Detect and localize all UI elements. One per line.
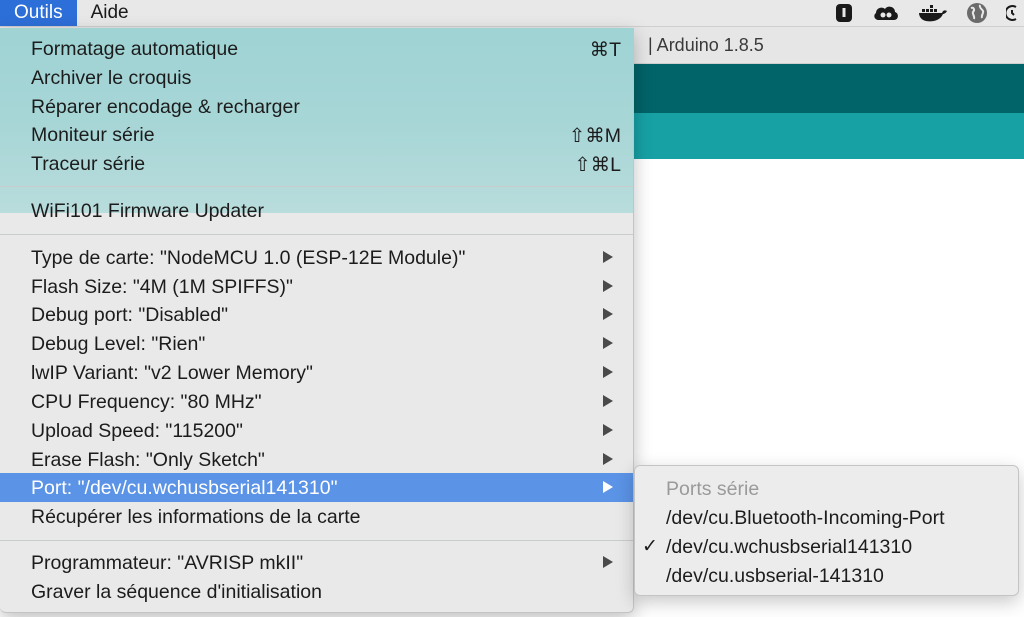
menu-item-cpu-frequency[interactable]: CPU Frequency: "80 MHz"	[0, 387, 633, 416]
checkmark-icon: ✓	[642, 536, 658, 557]
menu-item-serial-plotter[interactable]: Traceur série ⇧⌘L	[0, 149, 633, 178]
window-title: | Arduino 1.8.5	[648, 35, 764, 55]
menu-separator	[0, 186, 633, 187]
submenu-header: Ports série	[666, 478, 760, 500]
menu-item-burn-bootloader[interactable]: Graver la séquence d'initialisation	[0, 577, 633, 606]
menu-item-board-info[interactable]: Récupérer les informations de la carte	[0, 502, 633, 531]
menu-item-auto-format[interactable]: Formatage automatique ⌘T	[0, 34, 633, 63]
submenu-arrow-icon	[603, 251, 613, 263]
menu-item-flash-size[interactable]: Flash Size: "4M (1M SPIFFS)"	[0, 272, 633, 301]
menu-item-debug-port[interactable]: Debug port: "Disabled"	[0, 300, 633, 329]
port-option-usbserial[interactable]: /dev/cu.usbserial-141310	[635, 561, 1018, 590]
menubar-item-outils[interactable]: Outils	[0, 0, 77, 26]
menu-item-wifi101-updater[interactable]: WiFi101 Firmware Updater	[0, 196, 633, 225]
port-submenu: Ports série /dev/cu.Bluetooth-Incoming-P…	[634, 465, 1019, 596]
port-option-wchusbserial[interactable]: ✓ /dev/cu.wchusbserial141310	[635, 532, 1018, 561]
menu-item-erase-flash[interactable]: Erase Flash: "Only Sketch"	[0, 445, 633, 474]
menu-item-programmer[interactable]: Programmateur: "AVRISP mkII"	[0, 548, 633, 577]
menu-item-upload-speed[interactable]: Upload Speed: "115200"	[0, 416, 633, 445]
creative-cloud-icon[interactable]	[872, 3, 900, 23]
menu-item-port[interactable]: Port: "/dev/cu.wchusbserial141310"	[0, 473, 633, 502]
menu-item-board-type[interactable]: Type de carte: "NodeMCU 1.0 (ESP-12E Mod…	[0, 243, 633, 272]
submenu-arrow-icon	[603, 424, 613, 436]
submenu-arrow-icon	[603, 308, 613, 320]
clock-icon[interactable]	[1006, 3, 1018, 23]
outils-menu: Formatage automatique ⌘T Archiver le cro…	[0, 28, 634, 613]
menu-item-fix-encoding[interactable]: Réparer encodage & recharger	[0, 92, 633, 121]
menu-separator	[0, 234, 633, 235]
docker-icon[interactable]	[918, 3, 948, 23]
menu-item-serial-monitor[interactable]: Moniteur série ⇧⌘M	[0, 120, 633, 149]
menubar-item-aide[interactable]: Aide	[77, 0, 143, 26]
menu-item-debug-level[interactable]: Debug Level: "Rien"	[0, 329, 633, 358]
submenu-arrow-icon	[603, 556, 613, 568]
lastpass-icon[interactable]	[834, 3, 854, 23]
submenu-arrow-icon	[603, 453, 613, 465]
menubar: Outils Aide	[0, 0, 1024, 27]
menu-separator	[0, 540, 633, 541]
menu-item-lwip-variant[interactable]: lwIP Variant: "v2 Lower Memory"	[0, 358, 633, 387]
submenu-arrow-icon	[603, 366, 613, 378]
status-tray	[834, 0, 1024, 26]
port-option-bluetooth[interactable]: /dev/cu.Bluetooth-Incoming-Port	[635, 503, 1018, 532]
submenu-arrow-icon	[603, 481, 613, 493]
shortcut-label: ⌘T	[589, 39, 621, 61]
shortcut-label: ⇧⌘M	[568, 125, 621, 147]
globe-icon[interactable]	[966, 2, 988, 24]
shortcut-label: ⇧⌘L	[574, 154, 621, 176]
submenu-arrow-icon	[603, 280, 613, 292]
submenu-arrow-icon	[603, 395, 613, 407]
submenu-arrow-icon	[603, 337, 613, 349]
menu-item-archive-sketch[interactable]: Archiver le croquis	[0, 63, 633, 92]
